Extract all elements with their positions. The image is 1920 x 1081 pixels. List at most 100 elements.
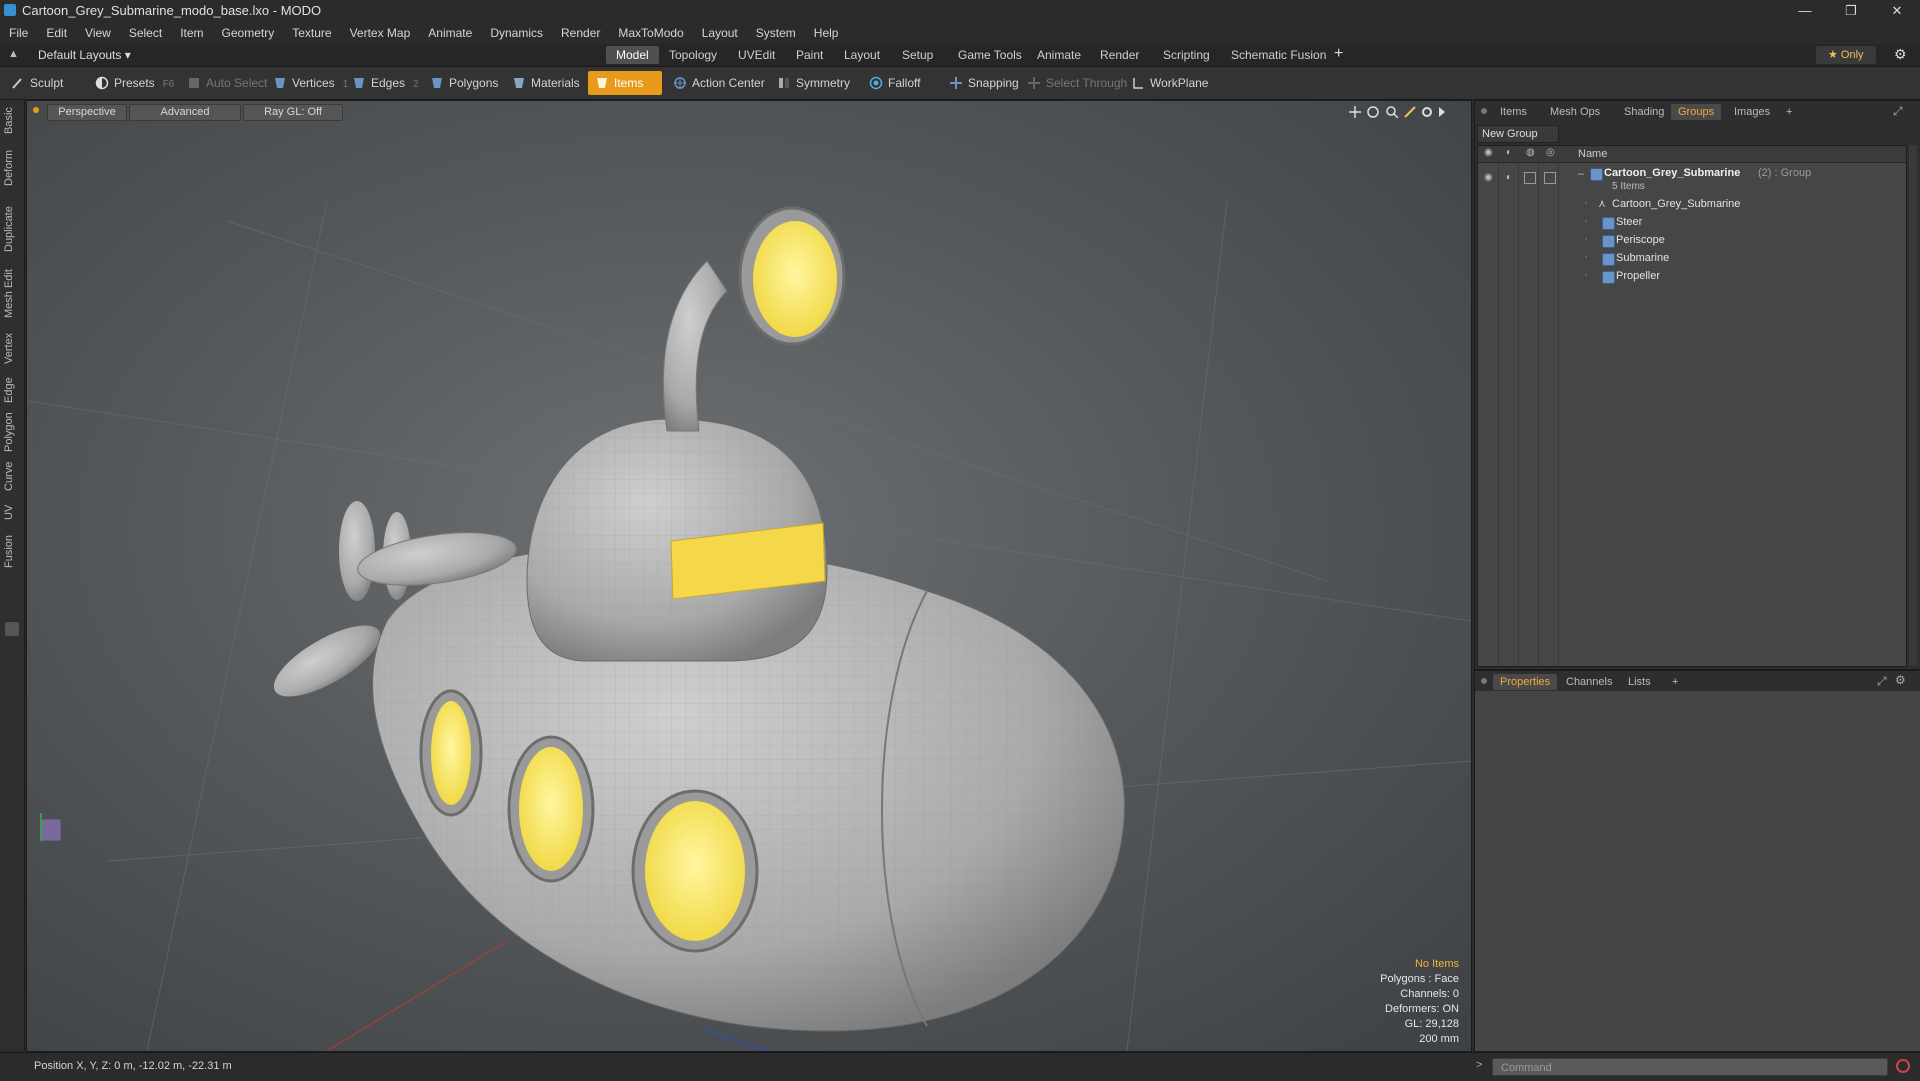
lock-checkbox[interactable] — [1524, 172, 1536, 184]
vtab-duplicate[interactable]: Duplicate — [3, 200, 21, 258]
render-toggle-icon[interactable]: ◐ — [1506, 172, 1512, 183]
group-list-scrollbar[interactable] — [1909, 145, 1917, 665]
only-button[interactable]: ★ Only — [1816, 46, 1876, 64]
action-center-button[interactable]: Action Center — [666, 71, 773, 95]
menu-file[interactable]: File — [0, 26, 37, 40]
render-column-icon[interactable]: ◐ — [1506, 147, 1512, 158]
panel-expand-icon[interactable]: ⤢ — [1893, 104, 1903, 119]
tab-shading[interactable]: Shading — [1617, 104, 1671, 120]
menu-animate[interactable]: Animate — [419, 26, 481, 40]
add-properties-tab-button[interactable]: + — [1665, 674, 1685, 690]
select-through-button[interactable]: Select Through — [1020, 71, 1135, 95]
tab-schematic-fusion[interactable]: Schematic Fusion — [1221, 46, 1336, 64]
group-item-row[interactable]: · ⋏ Cartoon_Grey_Submarine — [1478, 196, 1906, 214]
group-item-row[interactable]: · Submarine — [1478, 250, 1906, 268]
tab-images[interactable]: Images — [1727, 104, 1777, 120]
edges-label: Edges — [371, 76, 406, 90]
presets-button[interactable]: Presets F6 — [88, 71, 182, 95]
3d-viewport[interactable]: Perspective Advanced Ray GL: Off No Item… — [26, 100, 1472, 1052]
group-item-row[interactable]: · Propeller — [1478, 268, 1906, 286]
viewport-info-overlay: No Items Polygons : Face Channels: 0 Def… — [1380, 957, 1459, 1047]
tab-paint[interactable]: Paint — [786, 46, 833, 64]
command-input[interactable]: Command — [1492, 1058, 1888, 1076]
tab-scripting[interactable]: Scripting — [1153, 46, 1220, 64]
tab-animate[interactable]: Animate — [1027, 46, 1091, 64]
menu-dynamics[interactable]: Dynamics — [481, 26, 552, 40]
gear-icon[interactable]: ⚙ — [1894, 46, 1907, 63]
snapping-button[interactable]: Snapping — [942, 71, 1027, 95]
tab-properties[interactable]: Properties — [1493, 674, 1558, 690]
edges-button[interactable]: Edges 2 — [345, 71, 427, 95]
close-button[interactable]: ✕ — [1874, 0, 1920, 22]
menu-item[interactable]: Item — [171, 26, 212, 40]
falloff-button[interactable]: Falloff — [862, 71, 928, 95]
vtab-mesh-edit[interactable]: Mesh Edit — [3, 266, 21, 322]
tab-layout[interactable]: Layout — [834, 46, 890, 64]
add-tab-button[interactable]: + — [1334, 45, 1343, 63]
name-column-header[interactable]: Name — [1578, 148, 1607, 160]
tab-setup[interactable]: Setup — [892, 46, 943, 64]
new-group-button[interactable]: New Group — [1477, 125, 1559, 143]
tab-render[interactable]: Render — [1090, 46, 1149, 64]
menu-maxtomodo[interactable]: MaxToModo — [609, 26, 692, 40]
visibility-column-eye-icon[interactable]: ◉ — [1484, 147, 1493, 158]
group-item-row[interactable]: · Periscope — [1478, 232, 1906, 250]
tab-items[interactable]: Items — [1493, 104, 1534, 120]
tab-uvedit[interactable]: UVEdit — [728, 46, 785, 64]
panel-menu-dot-icon[interactable] — [1481, 108, 1487, 114]
menu-edit[interactable]: Edit — [37, 26, 76, 40]
group-item-row[interactable]: · Steer — [1478, 214, 1906, 232]
vtab-vertex[interactable]: Vertex — [3, 328, 21, 368]
tab-game-tools[interactable]: Game Tools — [948, 46, 1032, 64]
auto-select-button[interactable]: Auto Select — [180, 71, 275, 95]
menu-view[interactable]: View — [76, 26, 120, 40]
menu-texture[interactable]: Texture — [283, 26, 340, 40]
group-row[interactable]: ◉ ◐ – Cartoon_Grey_Submarine (2) : Group… — [1478, 164, 1906, 194]
vtab-deform[interactable]: Deform — [3, 144, 21, 192]
tab-model[interactable]: Model — [606, 46, 659, 64]
select-checkbox[interactable] — [1544, 172, 1556, 184]
periscope-lens — [753, 221, 837, 337]
workplane-button[interactable]: WorkPlane — [1124, 71, 1216, 95]
polygons-button[interactable]: Polygons — [423, 71, 506, 95]
auto-select-label: Auto Select — [206, 76, 268, 90]
sculpt-button[interactable]: Sculpt — [4, 71, 71, 95]
vtab-basic[interactable]: Basic — [3, 106, 21, 136]
record-macro-icon[interactable] — [1896, 1059, 1910, 1073]
restore-button[interactable]: ❐ — [1828, 0, 1874, 22]
menu-layout[interactable]: Layout — [693, 26, 747, 40]
menu-geometry[interactable]: Geometry — [213, 26, 284, 40]
tab-groups[interactable]: Groups — [1671, 104, 1722, 120]
tab-mesh-ops[interactable]: Mesh Ops — [1543, 104, 1607, 120]
menu-vertex-map[interactable]: Vertex Map — [341, 26, 420, 40]
vtab-uv[interactable]: UV — [3, 500, 21, 524]
materials-button[interactable]: Materials — [505, 71, 588, 95]
tab-topology[interactable]: Topology — [659, 46, 727, 64]
minimize-button[interactable]: — — [1782, 0, 1828, 22]
lock-column-icon[interactable]: ◍ — [1526, 147, 1535, 158]
symmetry-button[interactable]: Symmetry — [770, 71, 858, 95]
select-column-icon[interactable]: ◎ — [1546, 147, 1555, 158]
menu-select[interactable]: Select — [120, 26, 171, 40]
vtab-edge[interactable]: Edge — [3, 372, 21, 408]
menu-render[interactable]: Render — [552, 26, 609, 40]
panel-settings-gear-icon[interactable]: ⚙ — [1895, 673, 1906, 687]
collapse-arrow-icon[interactable]: ▲ — [8, 48, 19, 60]
tree-branch-icon: · — [1584, 197, 1588, 209]
menu-system[interactable]: System — [747, 26, 805, 40]
vertices-button[interactable]: Vertices 1 — [266, 71, 356, 95]
tab-lists[interactable]: Lists — [1621, 674, 1658, 690]
add-panel-tab-button[interactable]: + — [1779, 104, 1799, 120]
layout-selector[interactable]: Default Layouts ▾ — [38, 48, 131, 62]
tab-channels[interactable]: Channels — [1559, 674, 1619, 690]
palette-toggle-button[interactable] — [5, 622, 19, 636]
visibility-eye-icon[interactable]: ◉ — [1484, 172, 1493, 183]
vtab-polygon[interactable]: Polygon — [3, 408, 21, 456]
vtab-curve[interactable]: Curve — [3, 456, 21, 496]
expand-toggle-icon[interactable]: – — [1578, 168, 1584, 180]
vtab-fusion[interactable]: Fusion — [3, 528, 21, 574]
panel-expand-icon[interactable]: ⤢ — [1877, 674, 1887, 689]
panel-menu-dot-icon[interactable] — [1481, 678, 1487, 684]
items-button[interactable]: Items — [588, 71, 662, 95]
menu-help[interactable]: Help — [805, 26, 848, 40]
